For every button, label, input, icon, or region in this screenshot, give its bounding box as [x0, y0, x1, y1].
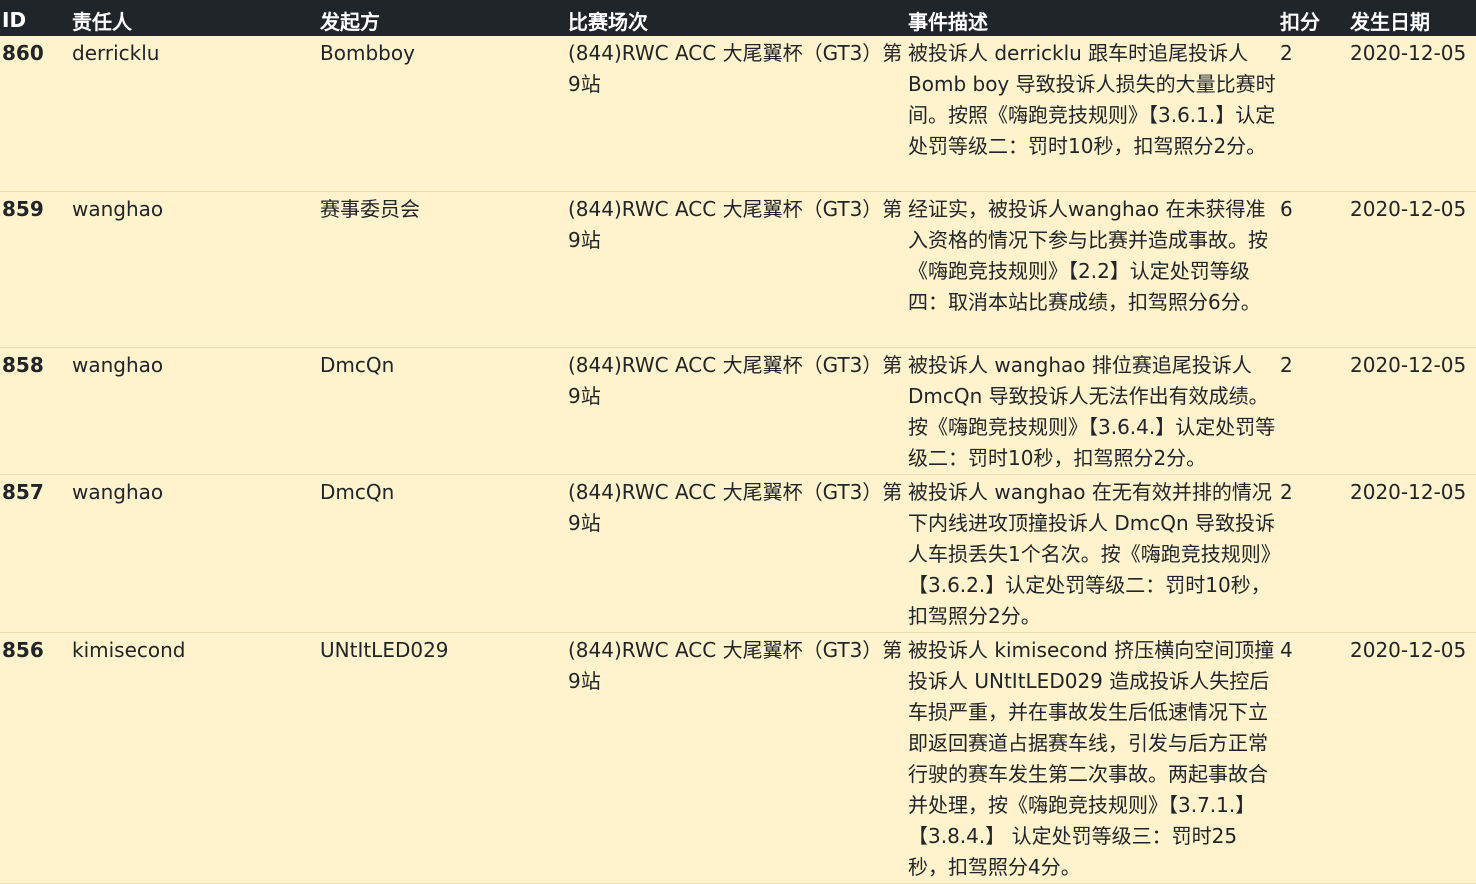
cell-points: 2	[1280, 41, 1293, 65]
cell-id: 858	[2, 352, 44, 377]
cell-responsible: wanghao	[72, 196, 164, 221]
cell-race: (844)RWC ACC 大尾翼杯（GT3）第9站	[568, 479, 903, 535]
cell-description: 被投诉人 wanghao 在无有效并排的情况下内线进攻顶撞投诉人 DmcQn 导…	[908, 479, 1276, 628]
cell-race: (844)RWC ACC 大尾翼杯（GT3）第9站	[568, 41, 903, 96]
cell-points: 6	[1280, 196, 1293, 221]
cell-initiator: 赛事委员会	[320, 196, 420, 221]
table-row: 859 wanghao 赛事委员会 (844)RWC ACC 大尾翼杯（GT3）…	[0, 191, 1476, 347]
cell-points: 2	[1280, 352, 1293, 377]
cell-date: 2020-12-05	[1350, 352, 1467, 377]
cell-race: (844)RWC ACC 大尾翼杯（GT3）第9站	[568, 196, 903, 252]
cell-initiator: Bombboy	[320, 41, 415, 65]
cell-id: 856	[2, 637, 44, 662]
table-header: ID 责任人 发起方 比赛场次 事件描述 扣分 发生日期	[0, 0, 1476, 36]
cell-date: 2020-12-05	[1350, 479, 1467, 504]
cell-responsible: derricklu	[72, 41, 160, 65]
cell-points: 2	[1280, 479, 1293, 504]
header-id: ID	[2, 8, 27, 32]
penalty-table: ID 责任人 发起方 比赛场次 事件描述 扣分 发生日期 860 derrick…	[0, 0, 1476, 884]
cell-description: 经证实，被投诉人wanghao 在未获得准入资格的情况下参与比赛并造成事故。按《…	[908, 196, 1268, 314]
header-date: 发生日期	[1350, 9, 1430, 34]
cell-race: (844)RWC ACC 大尾翼杯（GT3）第9站	[568, 352, 903, 408]
cell-responsible: wanghao	[72, 352, 164, 377]
table-row: 857 wanghao DmcQn (844)RWC ACC 大尾翼杯（GT3）…	[0, 474, 1476, 632]
cell-points: 4	[1280, 637, 1293, 662]
header-responsible: 责任人	[72, 9, 132, 34]
table-row: 856 kimisecond UNtItLED029 (844)RWC ACC …	[0, 632, 1476, 883]
cell-race: (844)RWC ACC 大尾翼杯（GT3）第9站	[568, 637, 903, 693]
header-race: 比赛场次	[568, 9, 648, 34]
table-row: 860 derricklu Bombboy (844)RWC ACC 大尾翼杯（…	[0, 36, 1476, 191]
cell-description: 被投诉人 kimisecond 挤压横向空间顶撞投诉人 UNtItLED029 …	[908, 637, 1275, 879]
cell-id: 859	[2, 196, 44, 221]
cell-id: 857	[2, 479, 44, 504]
cell-initiator: UNtItLED029	[320, 637, 449, 662]
cell-responsible: wanghao	[72, 479, 164, 504]
cell-initiator: DmcQn	[320, 352, 395, 377]
cell-date: 2020-12-05	[1350, 196, 1467, 221]
cell-initiator: DmcQn	[320, 479, 395, 504]
cell-date: 2020-12-05	[1350, 637, 1467, 662]
header-points: 扣分	[1280, 9, 1320, 34]
cell-responsible: kimisecond	[72, 637, 186, 662]
cell-description: 被投诉人 derricklu 跟车时追尾投诉人 Bomb boy 导致投诉人损失…	[908, 41, 1276, 158]
header-row: ID 责任人 发起方 比赛场次 事件描述 扣分 发生日期	[0, 0, 1476, 36]
table-body: 860 derricklu Bombboy (844)RWC ACC 大尾翼杯（…	[0, 36, 1476, 883]
cell-description: 被投诉人 wanghao 排位赛追尾投诉人 DmcQn 导致投诉人无法作出有效成…	[908, 352, 1276, 470]
cell-date: 2020-12-05	[1350, 41, 1467, 65]
cell-id: 860	[2, 41, 44, 65]
header-description: 事件描述	[908, 9, 988, 34]
table-row: 858 wanghao DmcQn (844)RWC ACC 大尾翼杯（GT3）…	[0, 347, 1476, 474]
header-initiator: 发起方	[320, 9, 380, 34]
